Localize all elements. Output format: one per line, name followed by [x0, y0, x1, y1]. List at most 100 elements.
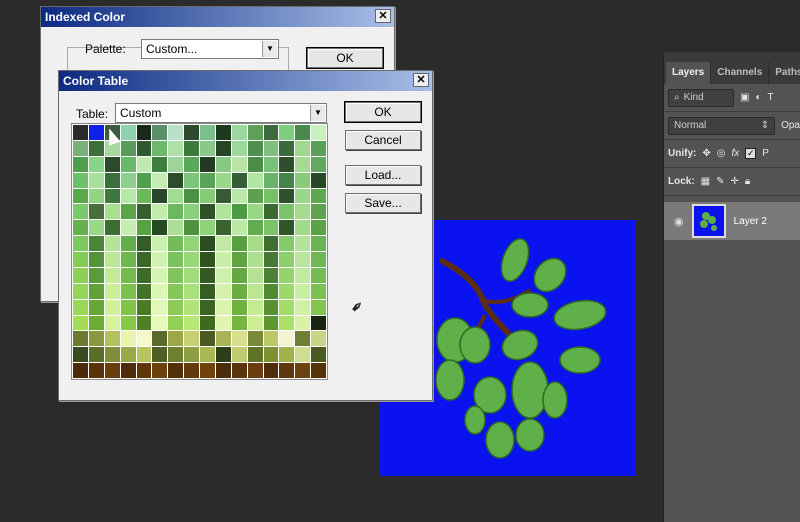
color-swatch[interactable]	[104, 267, 120, 283]
eye-icon[interactable]: ◉	[674, 215, 684, 228]
color-swatch[interactable]	[311, 315, 326, 331]
color-swatch[interactable]	[231, 315, 247, 331]
color-swatch[interactable]	[88, 283, 104, 299]
color-swatch[interactable]	[104, 236, 120, 251]
color-swatch[interactable]	[168, 125, 184, 140]
color-swatch[interactable]	[152, 299, 168, 315]
color-swatch[interactable]	[73, 140, 88, 156]
color-swatch[interactable]	[168, 172, 184, 188]
color-swatch[interactable]	[200, 283, 215, 299]
tab-channels[interactable]: Channels	[711, 62, 770, 84]
color-swatch[interactable]	[200, 331, 215, 347]
color-swatch[interactable]	[247, 236, 263, 251]
color-swatch[interactable]	[215, 220, 231, 236]
color-swatch[interactable]	[215, 236, 231, 251]
color-swatch[interactable]	[104, 283, 120, 299]
color-swatch[interactable]	[136, 236, 152, 251]
color-swatch[interactable]	[184, 347, 199, 363]
color-swatch[interactable]	[295, 140, 311, 156]
color-swatch[interactable]	[120, 331, 136, 347]
color-swatch[interactable]	[247, 252, 263, 267]
color-swatch[interactable]	[215, 283, 231, 299]
color-swatch[interactable]	[200, 236, 215, 251]
color-swatch[interactable]	[120, 125, 136, 140]
color-swatch[interactable]	[73, 347, 88, 363]
color-swatch[interactable]	[73, 236, 88, 251]
color-swatch[interactable]	[295, 299, 311, 315]
color-swatch[interactable]	[263, 204, 279, 220]
color-swatch[interactable]	[263, 252, 279, 267]
close-icon[interactable]: ✕	[413, 73, 429, 87]
color-swatch[interactable]	[200, 267, 215, 283]
color-swatch[interactable]	[231, 236, 247, 251]
color-swatch[interactable]	[73, 331, 88, 347]
color-swatch[interactable]	[104, 188, 120, 204]
color-swatch[interactable]	[279, 156, 295, 172]
color-swatch[interactable]	[168, 140, 184, 156]
color-swatch[interactable]	[231, 331, 247, 347]
color-swatch[interactable]	[200, 140, 215, 156]
color-swatch[interactable]	[215, 172, 231, 188]
color-swatch[interactable]	[247, 125, 263, 140]
color-swatch[interactable]	[120, 252, 136, 267]
color-swatch[interactable]	[279, 347, 295, 363]
color-swatch[interactable]	[136, 204, 152, 220]
color-swatch[interactable]	[311, 125, 326, 140]
color-swatch[interactable]	[215, 140, 231, 156]
palette-select[interactable]: Custom... ▼	[141, 39, 279, 59]
color-swatch[interactable]	[231, 172, 247, 188]
color-swatch[interactable]	[311, 236, 326, 251]
color-swatch[interactable]	[168, 220, 184, 236]
color-swatch[interactable]	[168, 331, 184, 347]
color-swatch[interactable]	[136, 125, 152, 140]
color-swatch[interactable]	[168, 204, 184, 220]
color-swatch[interactable]	[231, 283, 247, 299]
color-swatch[interactable]	[152, 188, 168, 204]
color-swatch[interactable]	[200, 299, 215, 315]
color-swatch[interactable]	[263, 172, 279, 188]
color-swatch[interactable]	[279, 125, 295, 140]
color-swatch[interactable]	[152, 156, 168, 172]
color-swatch[interactable]	[295, 204, 311, 220]
color-swatch[interactable]	[104, 299, 120, 315]
color-swatch[interactable]	[311, 172, 326, 188]
color-swatch[interactable]	[104, 252, 120, 267]
color-swatch[interactable]	[73, 188, 88, 204]
color-swatch[interactable]	[279, 363, 295, 378]
color-swatch[interactable]	[168, 188, 184, 204]
color-swatch[interactable]	[295, 267, 311, 283]
color-swatch[interactable]	[168, 347, 184, 363]
color-swatch[interactable]	[263, 156, 279, 172]
color-swatch[interactable]	[279, 283, 295, 299]
color-swatch[interactable]	[311, 140, 326, 156]
color-swatch[interactable]	[215, 125, 231, 140]
color-swatch[interactable]	[136, 299, 152, 315]
color-swatch[interactable]	[152, 347, 168, 363]
color-swatch[interactable]	[231, 188, 247, 204]
color-swatch[interactable]	[88, 299, 104, 315]
color-swatch[interactable]	[311, 204, 326, 220]
color-swatch[interactable]	[311, 252, 326, 267]
cancel-button[interactable]: Cancel	[345, 130, 421, 150]
color-swatch[interactable]	[184, 140, 199, 156]
color-swatch[interactable]	[88, 363, 104, 378]
color-swatch[interactable]	[295, 220, 311, 236]
color-swatch[interactable]	[152, 140, 168, 156]
color-swatch[interactable]	[136, 363, 152, 378]
color-swatch[interactable]	[263, 283, 279, 299]
color-swatch[interactable]	[184, 299, 199, 315]
ok-button[interactable]: OK	[344, 101, 422, 123]
color-swatch[interactable]	[152, 283, 168, 299]
color-swatch[interactable]	[295, 172, 311, 188]
color-swatch[interactable]	[247, 156, 263, 172]
layer-row[interactable]: ◉ Layer 2	[664, 202, 800, 240]
color-swatch[interactable]	[295, 363, 311, 378]
color-swatch[interactable]	[88, 140, 104, 156]
color-swatch[interactable]	[73, 172, 88, 188]
tab-paths[interactable]: Paths	[769, 62, 800, 84]
color-swatch[interactable]	[120, 236, 136, 251]
color-swatch[interactable]	[200, 204, 215, 220]
color-swatch[interactable]	[231, 299, 247, 315]
color-swatch[interactable]	[88, 347, 104, 363]
color-swatch[interactable]	[215, 267, 231, 283]
